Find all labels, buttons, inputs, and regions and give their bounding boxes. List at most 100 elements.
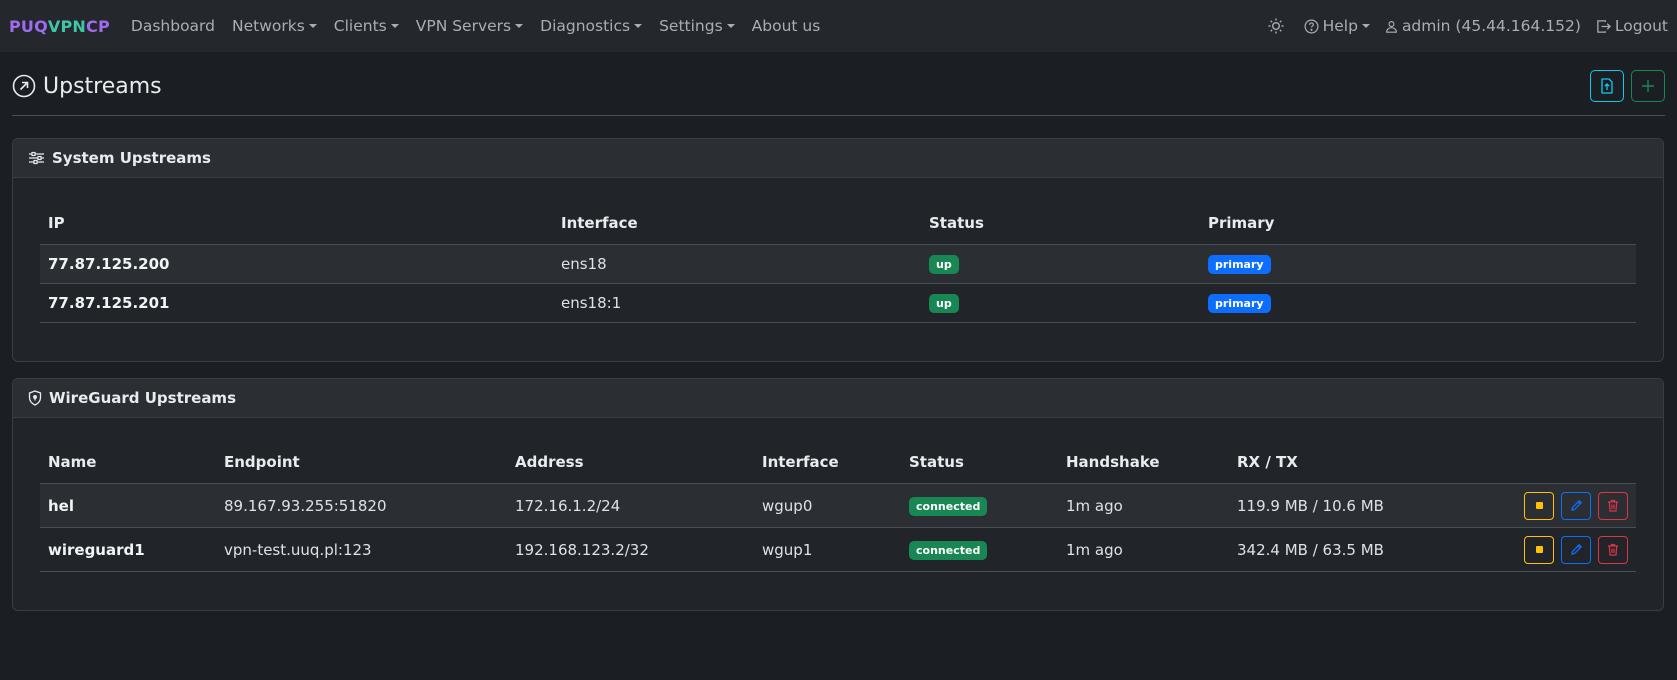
logout-icon — [1597, 19, 1611, 33]
column-header: Interface — [754, 441, 901, 484]
status-badge: up — [929, 254, 959, 274]
nav-menu: Dashboard Networks Clients VPN Servers D… — [131, 17, 837, 35]
caret-down-icon — [390, 24, 399, 28]
caret-down-icon — [634, 24, 643, 28]
ip-cell: 77.87.125.200 — [40, 244, 553, 284]
table-row: 77.87.125.200 ens18 up primary — [40, 244, 1636, 284]
brand-part-3: CP — [86, 16, 110, 36]
handshake-cell: 1m ago — [1058, 483, 1229, 528]
help-label: Help — [1322, 17, 1358, 35]
trash-icon — [1608, 543, 1618, 556]
caret-down-icon — [1361, 24, 1370, 28]
nav-networks[interactable]: Networks — [232, 17, 317, 35]
interface-cell: wgup0 — [754, 483, 901, 528]
stop-button[interactable] — [1524, 491, 1554, 520]
stop-icon — [1535, 502, 1543, 509]
brand-part-1: PUQ — [9, 16, 48, 36]
user-label: admin (45.44.164.152) — [1401, 17, 1581, 35]
ip-cell: 77.87.125.201 — [40, 283, 553, 323]
address-cell: 192.168.123.2/32 — [507, 527, 754, 572]
rxtx-cell: 119.9 MB / 10.6 MB — [1229, 483, 1434, 528]
column-header: RX / TX — [1229, 441, 1434, 484]
wireguard-upstreams-title: WireGuard Upstreams — [49, 388, 236, 407]
status-cell: connected — [901, 483, 1058, 528]
theme-toggle[interactable] — [1267, 17, 1289, 35]
primary-badge: primary — [1208, 293, 1271, 313]
wireguard-upstreams-header: WireGuard Upstreams — [13, 378, 1663, 418]
shield-icon — [28, 389, 42, 406]
primary-badge: primary — [1208, 254, 1271, 274]
column-header: Status — [901, 441, 1058, 484]
system-upstreams-body: IP Interface Status Primary 77.87.125.20… — [13, 178, 1663, 361]
table-header-row: IP Interface Status Primary — [40, 202, 1636, 245]
sun-icon — [1268, 18, 1284, 34]
interface-cell: ens18:1 — [553, 283, 921, 323]
nav-vpn-servers-label: VPN Servers — [415, 17, 512, 35]
interface-cell: ens18 — [553, 244, 921, 284]
logout-link[interactable]: Logout — [1596, 17, 1668, 35]
status-cell: up — [921, 244, 1200, 284]
nav-vpn-servers[interactable]: VPN Servers — [415, 17, 524, 35]
status-cell: connected — [901, 527, 1058, 572]
header-actions — [1583, 70, 1665, 102]
wireguard-upstreams-table: Name Endpoint Address Interface Status H… — [40, 441, 1636, 572]
column-header: Status — [921, 202, 1200, 245]
nav-dashboard[interactable]: Dashboard — [131, 17, 215, 35]
caret-down-icon — [308, 24, 317, 28]
trash-icon — [1608, 499, 1618, 512]
nav-diagnostics[interactable]: Diagnostics — [540, 17, 643, 35]
nav-about-us-label: About us — [751, 17, 821, 35]
table-header-row: Name Endpoint Address Interface Status H… — [40, 441, 1636, 484]
column-header: IP — [40, 202, 553, 245]
primary-cell: primary — [1200, 244, 1636, 284]
name-cell: wireguard1 — [40, 527, 216, 572]
stop-button[interactable] — [1524, 535, 1554, 564]
user-menu[interactable]: admin (45.44.164.152) — [1385, 17, 1581, 35]
system-upstreams-card: System Upstreams IP Interface Status Pri… — [12, 138, 1664, 362]
nav-settings[interactable]: Settings — [659, 17, 735, 35]
page-header: Upstreams — [12, 70, 1665, 116]
endpoint-cell: 89.167.93.255:51820 — [216, 483, 507, 528]
delete-button[interactable] — [1598, 535, 1628, 564]
table-row: hel 89.167.93.255:51820 172.16.1.2/24 wg… — [40, 483, 1636, 528]
arrow-up-right-circle-icon — [12, 74, 36, 98]
top-navbar: PUQVPNCP Dashboard Networks Clients VPN … — [0, 0, 1677, 52]
person-icon — [1385, 20, 1397, 33]
caret-down-icon — [515, 24, 524, 28]
edit-button[interactable] — [1561, 535, 1591, 564]
logout-label: Logout — [1614, 17, 1668, 35]
edit-button[interactable] — [1561, 491, 1591, 520]
pencil-icon — [1570, 499, 1582, 511]
nav-clients-label: Clients — [333, 17, 387, 35]
column-header: Handshake — [1058, 441, 1229, 484]
stop-icon — [1535, 546, 1543, 553]
status-cell: up — [921, 283, 1200, 323]
table-row: 77.87.125.201 ens18:1 up primary — [40, 283, 1636, 323]
delete-button[interactable] — [1598, 491, 1628, 520]
brand-part-2: VPN — [47, 16, 87, 36]
nav-about-us[interactable]: About us — [752, 17, 821, 35]
actions-cell — [1434, 527, 1636, 572]
column-header: Endpoint — [216, 441, 507, 484]
pencil-icon — [1570, 543, 1582, 555]
system-upstreams-table: IP Interface Status Primary 77.87.125.20… — [40, 202, 1636, 323]
brand-logo[interactable]: PUQVPNCP — [9, 17, 110, 36]
address-cell: 172.16.1.2/24 — [507, 483, 754, 528]
rxtx-cell: 342.4 MB / 63.5 MB — [1229, 527, 1434, 572]
plus-icon — [1642, 80, 1654, 92]
wireguard-upstreams-body: Name Endpoint Address Interface Status H… — [13, 418, 1663, 611]
sliders-icon — [29, 151, 44, 165]
add-upstream-button[interactable] — [1631, 70, 1665, 102]
file-upload-icon — [1601, 78, 1613, 94]
endpoint-cell: vpn-test.uuq.pl:123 — [216, 527, 507, 572]
nav-clients[interactable]: Clients — [334, 17, 399, 35]
system-upstreams-title: System Upstreams — [52, 149, 211, 167]
primary-cell: primary — [1200, 283, 1636, 323]
help-menu[interactable]: Help — [1304, 17, 1370, 35]
wireguard-upstreams-card: WireGuard Upstreams Name Endpoint Addres… — [12, 377, 1664, 611]
actions-column-header — [1434, 441, 1636, 484]
question-circle-icon — [1304, 19, 1319, 33]
caret-down-icon — [726, 24, 735, 28]
upload-button[interactable] — [1590, 70, 1624, 102]
nav-diagnostics-label: Diagnostics — [540, 17, 631, 35]
